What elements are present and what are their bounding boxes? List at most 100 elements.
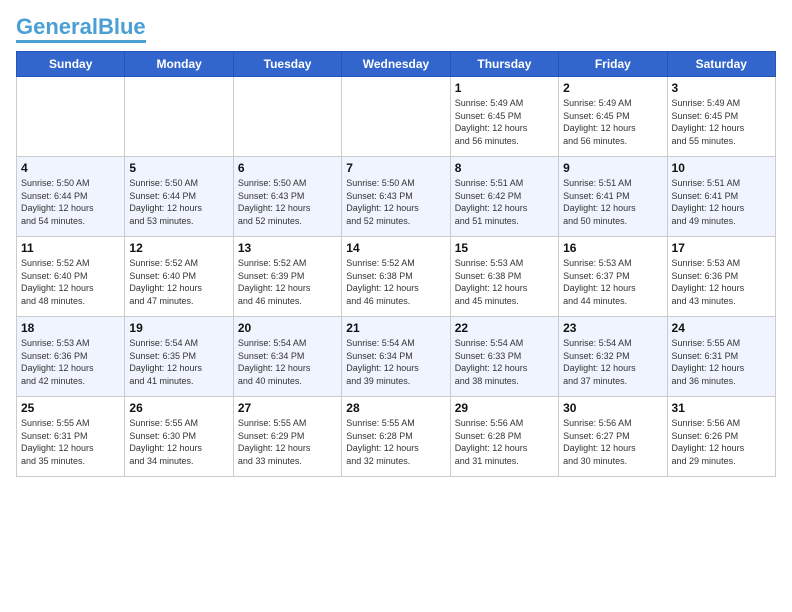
day-header-wednesday: Wednesday <box>342 52 450 77</box>
calendar-cell: 26 Sunrise: 5:55 AM Sunset: 6:30 PM Dayli… <box>125 397 233 477</box>
day-info: Sunrise: 5:56 AM Sunset: 6:28 PM Dayligh… <box>455 417 554 467</box>
calendar-cell: 20 Sunrise: 5:54 AM Sunset: 6:34 PM Dayli… <box>233 317 341 397</box>
calendar-cell: 19Sunrise: 5:54 AM Sunset: 6:35 PM Dayli… <box>125 317 233 397</box>
calendar-week-row: 1 Sunrise: 5:49 AM Sunset: 6:45 PM Daylig… <box>17 77 776 157</box>
day-number: 25 <box>21 401 120 415</box>
day-number: 17 <box>672 241 771 255</box>
day-header-saturday: Saturday <box>667 52 775 77</box>
calendar-cell: 8Sunrise: 5:51 AM Sunset: 6:42 PM Daylig… <box>450 157 558 237</box>
calendar-cell <box>342 77 450 157</box>
day-info: Sunrise: 5:54 AM Sunset: 6:34 PM Dayligh… <box>238 337 337 387</box>
day-info: Sunrise: 5:55 AM Sunset: 6:28 PM Dayligh… <box>346 417 445 467</box>
day-info: Sunrise: 5:50 AM Sunset: 6:44 PM Dayligh… <box>21 177 120 227</box>
calendar-week-row: 18 Sunrise: 5:53 AM Sunset: 6:36 PM Dayli… <box>17 317 776 397</box>
calendar-cell: 23 Sunrise: 5:54 AM Sunset: 6:32 PM Dayli… <box>559 317 667 397</box>
day-info: Sunrise: 5:49 AM Sunset: 6:45 PM Dayligh… <box>672 97 771 147</box>
calendar-cell: 3 Sunrise: 5:49 AM Sunset: 6:45 PM Daylig… <box>667 77 775 157</box>
calendar-week-row: 11 Sunrise: 5:52 AM Sunset: 6:40 PM Dayli… <box>17 237 776 317</box>
day-info: Sunrise: 5:53 AM Sunset: 6:36 PM Dayligh… <box>672 257 771 307</box>
day-info: Sunrise: 5:49 AM Sunset: 6:45 PM Dayligh… <box>563 97 662 147</box>
day-number: 30 <box>563 401 662 415</box>
day-header-monday: Monday <box>125 52 233 77</box>
calendar-cell: 15 Sunrise: 5:53 AM Sunset: 6:38 PM Dayli… <box>450 237 558 317</box>
day-number: 12 <box>129 241 228 255</box>
day-number: 1 <box>455 81 554 95</box>
day-info: Sunrise: 5:55 AM Sunset: 6:31 PM Dayligh… <box>21 417 120 467</box>
day-number: 20 <box>238 321 337 335</box>
day-info: Sunrise: 5:51 AM Sunset: 6:41 PM Dayligh… <box>672 177 771 227</box>
day-info: Sunrise: 5:54 AM Sunset: 6:34 PM Dayligh… <box>346 337 445 387</box>
calendar-cell: 30 Sunrise: 5:56 AM Sunset: 6:27 PM Dayli… <box>559 397 667 477</box>
day-info: Sunrise: 5:49 AM Sunset: 6:45 PM Dayligh… <box>455 97 554 147</box>
calendar-cell: 24 Sunrise: 5:55 AM Sunset: 6:31 PM Dayli… <box>667 317 775 397</box>
day-info: Sunrise: 5:51 AM Sunset: 6:41 PM Dayligh… <box>563 177 662 227</box>
day-header-thursday: Thursday <box>450 52 558 77</box>
calendar-cell: 17 Sunrise: 5:53 AM Sunset: 6:36 PM Dayli… <box>667 237 775 317</box>
calendar-cell: 28 Sunrise: 5:55 AM Sunset: 6:28 PM Dayli… <box>342 397 450 477</box>
day-info: Sunrise: 5:55 AM Sunset: 6:30 PM Dayligh… <box>129 417 228 467</box>
day-number: 14 <box>346 241 445 255</box>
day-number: 21 <box>346 321 445 335</box>
day-number: 23 <box>563 321 662 335</box>
day-number: 29 <box>455 401 554 415</box>
calendar-cell: 22Sunrise: 5:54 AM Sunset: 6:33 PM Dayli… <box>450 317 558 397</box>
day-info: Sunrise: 5:52 AM Sunset: 6:39 PM Dayligh… <box>238 257 337 307</box>
day-info: Sunrise: 5:55 AM Sunset: 6:31 PM Dayligh… <box>672 337 771 387</box>
day-number: 27 <box>238 401 337 415</box>
day-info: Sunrise: 5:52 AM Sunset: 6:40 PM Dayligh… <box>21 257 120 307</box>
day-number: 2 <box>563 81 662 95</box>
day-info: Sunrise: 5:53 AM Sunset: 6:38 PM Dayligh… <box>455 257 554 307</box>
day-number: 31 <box>672 401 771 415</box>
calendar-cell: 29 Sunrise: 5:56 AM Sunset: 6:28 PM Dayli… <box>450 397 558 477</box>
day-number: 28 <box>346 401 445 415</box>
calendar-cell <box>125 77 233 157</box>
day-number: 18 <box>21 321 120 335</box>
calendar-cell: 27Sunrise: 5:55 AM Sunset: 6:29 PM Dayli… <box>233 397 341 477</box>
calendar-cell: 13 Sunrise: 5:52 AM Sunset: 6:39 PM Dayli… <box>233 237 341 317</box>
calendar-cell: 18 Sunrise: 5:53 AM Sunset: 6:36 PM Dayli… <box>17 317 125 397</box>
calendar-table: SundayMondayTuesdayWednesdayThursdayFrid… <box>16 51 776 477</box>
day-number: 13 <box>238 241 337 255</box>
logo-part1: General <box>16 14 98 39</box>
day-info: Sunrise: 5:52 AM Sunset: 6:38 PM Dayligh… <box>346 257 445 307</box>
calendar-week-row: 4 Sunrise: 5:50 AM Sunset: 6:44 PM Daylig… <box>17 157 776 237</box>
calendar-cell: 16 Sunrise: 5:53 AM Sunset: 6:37 PM Dayli… <box>559 237 667 317</box>
calendar-cell: 6Sunrise: 5:50 AM Sunset: 6:43 PM Daylig… <box>233 157 341 237</box>
day-info: Sunrise: 5:51 AM Sunset: 6:42 PM Dayligh… <box>455 177 554 227</box>
day-number: 11 <box>21 241 120 255</box>
day-number: 16 <box>563 241 662 255</box>
day-number: 10 <box>672 161 771 175</box>
day-number: 7 <box>346 161 445 175</box>
day-info: Sunrise: 5:53 AM Sunset: 6:36 PM Dayligh… <box>21 337 120 387</box>
calendar-cell: 1 Sunrise: 5:49 AM Sunset: 6:45 PM Daylig… <box>450 77 558 157</box>
calendar-cell: 11 Sunrise: 5:52 AM Sunset: 6:40 PM Dayli… <box>17 237 125 317</box>
logo-part2: Blue <box>98 14 146 39</box>
day-number: 3 <box>672 81 771 95</box>
day-info: Sunrise: 5:54 AM Sunset: 6:33 PM Dayligh… <box>455 337 554 387</box>
logo-underline <box>16 40 146 43</box>
calendar-cell: 2 Sunrise: 5:49 AM Sunset: 6:45 PM Daylig… <box>559 77 667 157</box>
day-info: Sunrise: 5:56 AM Sunset: 6:26 PM Dayligh… <box>672 417 771 467</box>
logo: GeneralBlue <box>16 16 146 43</box>
day-info: Sunrise: 5:56 AM Sunset: 6:27 PM Dayligh… <box>563 417 662 467</box>
day-number: 5 <box>129 161 228 175</box>
calendar-cell: 9 Sunrise: 5:51 AM Sunset: 6:41 PM Daylig… <box>559 157 667 237</box>
calendar-header-row: SundayMondayTuesdayWednesdayThursdayFrid… <box>17 52 776 77</box>
day-info: Sunrise: 5:50 AM Sunset: 6:44 PM Dayligh… <box>129 177 228 227</box>
calendar-cell: 25 Sunrise: 5:55 AM Sunset: 6:31 PM Dayli… <box>17 397 125 477</box>
calendar-cell <box>233 77 341 157</box>
calendar-cell: 31 Sunrise: 5:56 AM Sunset: 6:26 PM Dayli… <box>667 397 775 477</box>
day-number: 26 <box>129 401 228 415</box>
day-header-sunday: Sunday <box>17 52 125 77</box>
day-number: 15 <box>455 241 554 255</box>
day-number: 24 <box>672 321 771 335</box>
day-number: 4 <box>21 161 120 175</box>
calendar-cell: 14 Sunrise: 5:52 AM Sunset: 6:38 PM Dayli… <box>342 237 450 317</box>
day-info: Sunrise: 5:50 AM Sunset: 6:43 PM Dayligh… <box>238 177 337 227</box>
day-info: Sunrise: 5:50 AM Sunset: 6:43 PM Dayligh… <box>346 177 445 227</box>
day-number: 9 <box>563 161 662 175</box>
day-info: Sunrise: 5:54 AM Sunset: 6:32 PM Dayligh… <box>563 337 662 387</box>
day-number: 19 <box>129 321 228 335</box>
day-info: Sunrise: 5:53 AM Sunset: 6:37 PM Dayligh… <box>563 257 662 307</box>
calendar-cell: 4 Sunrise: 5:50 AM Sunset: 6:44 PM Daylig… <box>17 157 125 237</box>
